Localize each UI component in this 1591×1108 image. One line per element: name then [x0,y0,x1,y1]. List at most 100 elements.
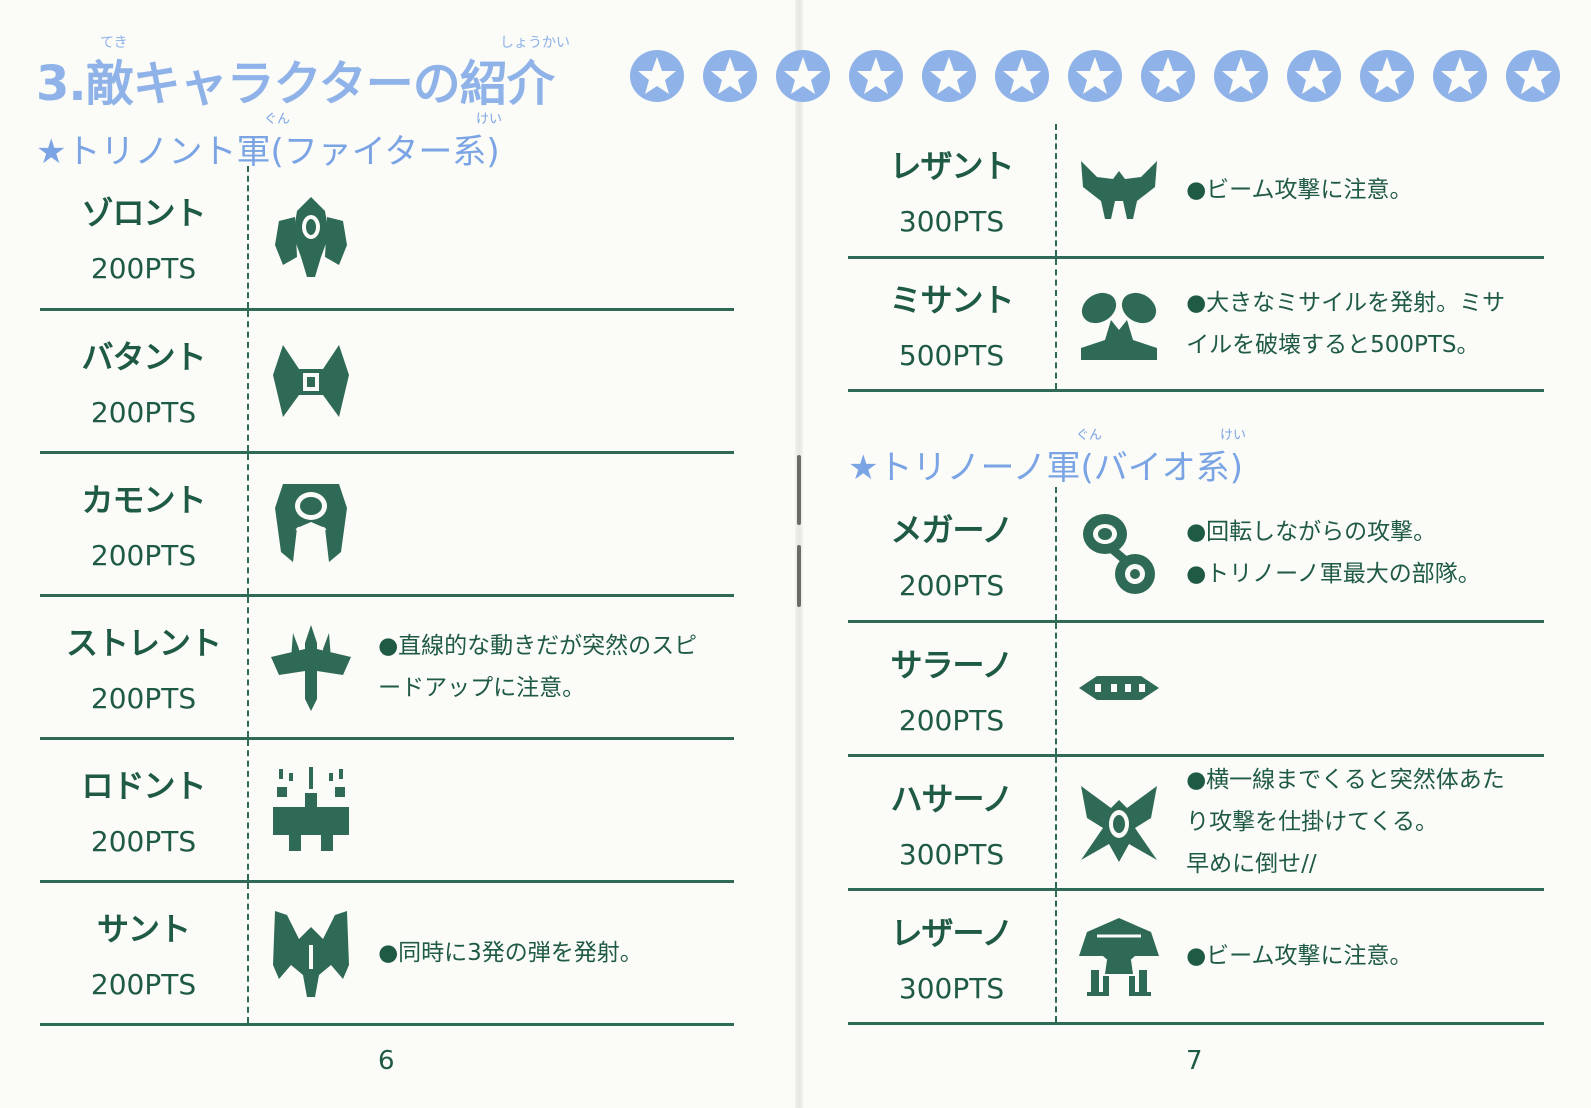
enemy-row: カモント 200PTS [40,452,734,597]
enemy-description: ●直線的な動きだが突然のスピ ードアップに注意。 [378,625,697,709]
enemy-name: ストレント [65,624,222,662]
page-number-right: 7 [1186,1046,1203,1076]
enemy-art-cell: ●同時に3発の弾を発射。 [248,881,734,1026]
enemy-sprite-sant [273,910,349,997]
enemy-points: 200PTS [90,539,197,572]
enemy-sprite-megano [1083,514,1155,595]
enemy-table-trinont: ゾロント 200PTS バタント 200PTS カモント 200PTS ストレン… [40,166,734,1026]
enemy-art-cell [248,738,734,883]
enemy-name: バタント [81,338,206,376]
enemy-name-cell: サント 200PTS [40,881,249,1026]
enemy-description-line: り攻撃を仕掛けてくる。 [1186,809,1438,835]
enemy-description-line: ードアップに注意。 [378,674,586,701]
enemy-name: ロドント [81,767,206,805]
enemy-name-cell: ハサーノ 300PTS [848,755,1057,891]
enemy-description-line: ●大きなミサイルを発射。ミサ [1186,289,1506,316]
left-page: 3.敵キャラクターの紹介 てき しょうかい ★トリノント軍(ファイター系) ぐん… [0,0,780,1108]
enemy-points: 300PTS [898,971,1005,1005]
page-title: 3.敵キャラクターの紹介 [36,44,555,114]
enemy-sprite-hasano [1081,786,1157,862]
enemy-row: レザーノ 300PTS ●ビーム攻撃に注意。 [848,889,1544,1025]
enemy-description-line: イルを破壊すると500PTS。 [1186,331,1480,358]
ruby-gun: ぐん [1076,428,1103,443]
enemy-name-cell: サラーノ 200PTS [848,621,1057,757]
enemy-sprite-kamont [275,483,347,562]
title-number: 3. [36,56,87,112]
enemy-art-cell: ●横一線までくると突然体あた り攻撃を仕掛けてくる。 早めに倒せ// [1056,755,1544,891]
page-number-left: 6 [378,1046,395,1076]
enemy-name-cell: ストレント 200PTS [40,595,249,740]
enemy-description-line: ●トリノーノ軍最大の部隊。 [1186,561,1481,588]
enemy-art-cell [248,166,734,311]
enemy-points: 200PTS [90,968,197,1001]
section-heading-text: ★トリノーノ軍(バイオ系) [848,448,1243,488]
enemy-sprite-misant [1081,292,1157,360]
enemy-row: ロドント 200PTS [40,738,734,883]
enemy-name-cell: カモント 200PTS [40,452,249,597]
enemy-points: 200PTS [90,252,197,286]
enemy-art-cell [1056,621,1544,757]
ruby-kei: けい [476,112,503,127]
enemy-description: ●回転しながらの攻撃。 ●トリノーノ軍最大の部隊。 [1186,511,1481,595]
enemy-art-cell: ●ビーム攻撃に注意。 [1056,889,1544,1025]
enemy-name: サラーノ [890,645,1013,684]
enemy-name-cell: バタント 200PTS [40,309,249,454]
enemy-sprite-rezano [1079,918,1159,996]
enemy-description: ●ビーム攻撃に注意。 [1186,169,1412,211]
enemy-description: ●大きなミサイルを発射。ミサ イルを破壊すると500PTS。 [1186,282,1505,366]
enemy-table-trinono: メガーノ 200PTS ●回転しながらの攻撃。 ●トリノーノ軍最大の部隊。 サラー… [848,487,1544,1025]
enemy-art-cell: ●直線的な動きだが突然のスピ ードアップに注意。 [248,595,734,740]
enemy-row: ハサーノ 300PTS ●横一線までくると突然体あた り攻撃を仕掛けてくる。 早めに… [848,755,1544,891]
staple-top [797,455,801,525]
staple-bottom [797,545,801,607]
enemy-name: カモント [81,481,206,519]
enemy-sprite-sarano [1079,676,1159,700]
enemy-points: 200PTS [90,396,197,429]
enemy-description: ●同時に3発の弾を発射。 [378,932,643,974]
ruby-shoukai: しょうかい [500,35,570,51]
enemy-name: ミサント [889,281,1014,319]
enemy-name-cell: ゾロント 200PTS [40,166,249,311]
enemy-row: ストレント 200PTS ●直線的な動きだが突然のスピ ードアップに注意。 [40,595,734,740]
enemy-name: メガーノ [890,510,1013,549]
enemy-description-line: ●ビーム攻撃に注意。 [1186,943,1413,969]
enemy-name: ハサーノ [890,779,1013,818]
enemy-points: 300PTS [898,837,1005,871]
enemy-description: ●ビーム攻撃に注意。 [1186,935,1412,977]
enemy-name-cell: ミサント 500PTS [848,257,1057,392]
enemy-table-trinont-continued: レザント 300PTS ●ビーム攻撃に注意。 ミサント 500PTS ●大きなミ… [848,124,1544,392]
enemy-points: 300PTS [898,205,1005,239]
decorative-star-icon [701,48,759,104]
enemy-name: ゾロント [81,194,206,233]
enemy-description-line: 早めに倒せ// [1186,851,1317,877]
enemy-row: バタント 200PTS [40,309,734,454]
enemy-row: ミサント 500PTS ●大きなミサイルを発射。ミサ イルを破壊すると500PTS… [848,257,1544,392]
decorative-star-icon [628,48,686,104]
enemy-art-cell: ●回転しながらの攻撃。 ●トリノーノ軍最大の部隊。 [1056,487,1544,623]
enemy-description: ●横一線までくると突然体あた り攻撃を仕掛けてくる。 早めに倒せ// [1186,759,1505,885]
enemy-sprite-rezant [1081,160,1157,219]
ruby-gun: ぐん [264,112,291,127]
right-page: レザント 300PTS ●ビーム攻撃に注意。 ミサント 500PTS ●大きなミ… [810,0,1591,1108]
enemy-description-line: ●横一線までくると突然体あた [1186,767,1505,793]
enemy-points: 200PTS [898,568,1005,602]
enemy-name-cell: ロドント 200PTS [40,738,249,883]
enemy-name: レザーノ [890,913,1013,952]
section-heading-trinono: ★トリノーノ軍(バイオ系) ぐん けい [848,428,1246,489]
enemy-description-line: ●ビーム攻撃に注意。 [1186,176,1413,203]
enemy-name: サント [96,910,191,948]
enemy-sprite-batant [273,344,349,417]
enemy-name-cell: レザーノ 300PTS [848,889,1057,1025]
enemy-art-cell: ●ビーム攻撃に注意。 [1056,124,1544,259]
enemy-row: レザント 300PTS ●ビーム攻撃に注意。 [848,124,1544,259]
enemy-points: 200PTS [90,682,197,715]
enemy-description-line: ●同時に3発の弾を発射。 [378,939,643,966]
ruby-kei: けい [1220,428,1247,443]
enemy-points: 500PTS [898,339,1005,372]
enemy-art-cell: ●大きなミサイルを発射。ミサ イルを破壊すると500PTS。 [1056,257,1544,392]
enemy-art-cell [248,452,734,597]
title-text: 敵キャラクターの紹介 [85,56,555,112]
enemy-row: メガーノ 200PTS ●回転しながらの攻撃。 ●トリノーノ軍最大の部隊。 [848,487,1544,623]
enemy-sprite-strent [271,624,351,711]
enemy-points: 200PTS [90,825,197,858]
